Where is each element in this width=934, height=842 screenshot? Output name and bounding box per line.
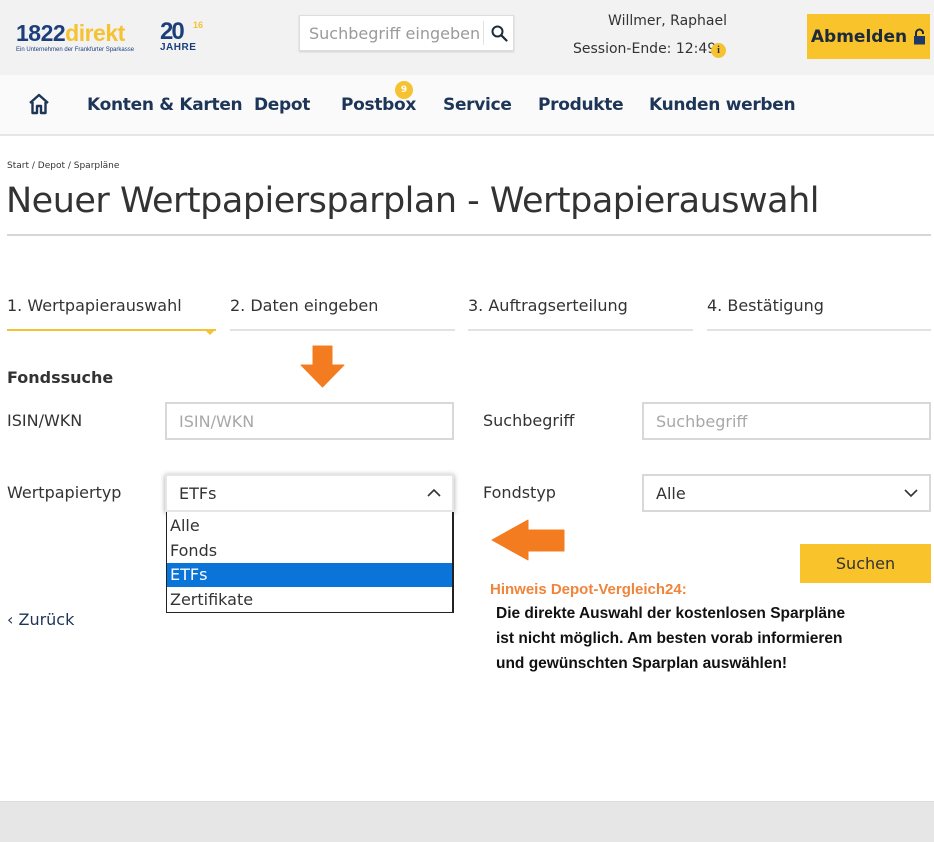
global-search: [299, 15, 514, 51]
logo-number: 1822: [16, 20, 66, 46]
step-1-indicator: [7, 329, 216, 331]
title-divider: [7, 234, 931, 236]
logout-button[interactable]: Abmelden: [807, 14, 930, 59]
nav-depot[interactable]: Depot: [254, 95, 310, 115]
step-daten-eingeben[interactable]: 2. Daten eingeben: [230, 296, 378, 315]
nav-konten-karten[interactable]: Konten & Karten: [87, 95, 243, 115]
page-footer: [0, 801, 934, 842]
breadcrumb-sparplaene[interactable]: Sparpläne: [74, 161, 120, 171]
postbox-badge: 9: [395, 81, 413, 99]
step-2-indicator: [230, 329, 455, 331]
hint-title: Hinweis Depot-Vergleich24:: [490, 581, 687, 598]
chevron-down-icon: [904, 489, 918, 498]
wertpapiertyp-value: ETFs: [179, 484, 217, 503]
top-header: 1822direkt Ein Unternehmen der Frankfurt…: [0, 0, 934, 75]
anniversary-sup: 16: [193, 20, 204, 30]
suchbegriff-input[interactable]: [644, 404, 929, 438]
option-etfs[interactable]: ETFs: [167, 563, 452, 587]
fondstyp-label: Fondstyp: [483, 483, 556, 502]
main-nav: Konten & Karten Depot Postbox 9 Service …: [0, 75, 934, 136]
user-name: Willmer, Raphael: [608, 13, 727, 29]
logo-tagline: Ein Unternehmen der Frankfurter Sparkass…: [16, 47, 135, 53]
logo-wordmark: 1822direkt: [16, 20, 125, 46]
breadcrumb-depot[interactable]: Depot: [38, 161, 65, 171]
chevron-up-icon: [427, 488, 441, 497]
breadcrumb-separator: /: [29, 161, 38, 171]
nav-kunden-werben[interactable]: Kunden werben: [649, 95, 796, 115]
active-step-caret: [205, 330, 215, 335]
back-link[interactable]: ‹ Zurück: [7, 610, 74, 629]
search-icon: [491, 25, 508, 42]
hint-line: ist nicht möglich. Am besten vorab infor…: [496, 630, 843, 647]
fondstyp-select[interactable]: Alle: [642, 474, 931, 512]
home-icon: [29, 93, 49, 115]
breadcrumb-separator: /: [64, 161, 74, 171]
suchbegriff-label: Suchbegriff: [483, 411, 575, 430]
step-wertpapierauswahl[interactable]: 1. Wertpapierauswahl: [7, 296, 182, 315]
isin-input[interactable]: [167, 404, 452, 438]
nav-service[interactable]: Service: [443, 95, 512, 115]
option-fonds[interactable]: Fonds: [167, 539, 452, 563]
lock-icon: [914, 28, 926, 45]
step-bestaetigung[interactable]: 4. Bestätigung: [707, 296, 824, 315]
isin-label: ISIN/WKN: [7, 411, 83, 430]
nav-produkte[interactable]: Produkte: [538, 95, 624, 115]
wertpapiertyp-select[interactable]: ETFs: [165, 474, 454, 512]
breadcrumb-start[interactable]: Start: [7, 161, 29, 171]
wertpapiertyp-dropdown: Alle Fonds ETFs Zertifikate: [166, 512, 454, 613]
section-title-fondssuche: Fondssuche: [7, 368, 114, 387]
logo-text: direkt: [65, 20, 125, 46]
hint-line: und gewünschten Sparplan auswählen!: [496, 655, 788, 672]
global-search-button[interactable]: [484, 16, 514, 50]
anniversary-label: JAHRE: [160, 42, 197, 53]
logout-label: Abmelden: [810, 26, 908, 47]
step-4-indicator: [707, 329, 931, 331]
wertpapiertyp-label: Wertpapiertyp: [7, 483, 122, 502]
info-icon[interactable]: i: [711, 43, 726, 58]
global-search-input[interactable]: [300, 16, 483, 50]
isin-field: [165, 402, 454, 440]
option-alle[interactable]: Alle: [167, 514, 452, 538]
nav-home[interactable]: [28, 93, 50, 115]
arrow-down-icon: [300, 345, 345, 388]
step-auftragserteilung[interactable]: 3. Auftragserteilung: [468, 296, 628, 315]
session-end: Session-Ende: 12:49: [573, 41, 717, 57]
suchen-button[interactable]: Suchen: [800, 544, 931, 583]
step-3-indicator: [468, 329, 693, 331]
option-zertifikate[interactable]: Zertifikate: [167, 588, 452, 612]
breadcrumb: Start / Depot / Sparpläne: [7, 161, 119, 171]
hint-line: Die direkte Auswahl der kostenlosen Spar…: [496, 605, 846, 622]
suchbegriff-field: [642, 402, 931, 440]
fondstyp-value: Alle: [656, 484, 686, 503]
arrow-left-icon: [491, 519, 565, 561]
page-title: Neuer Wertpapiersparplan - Wertpapieraus…: [6, 181, 820, 221]
brand-logo[interactable]: 1822direkt Ein Unternehmen der Frankfurt…: [16, 18, 216, 60]
anniversary-logo: 20 16 JAHRE: [160, 18, 208, 56]
